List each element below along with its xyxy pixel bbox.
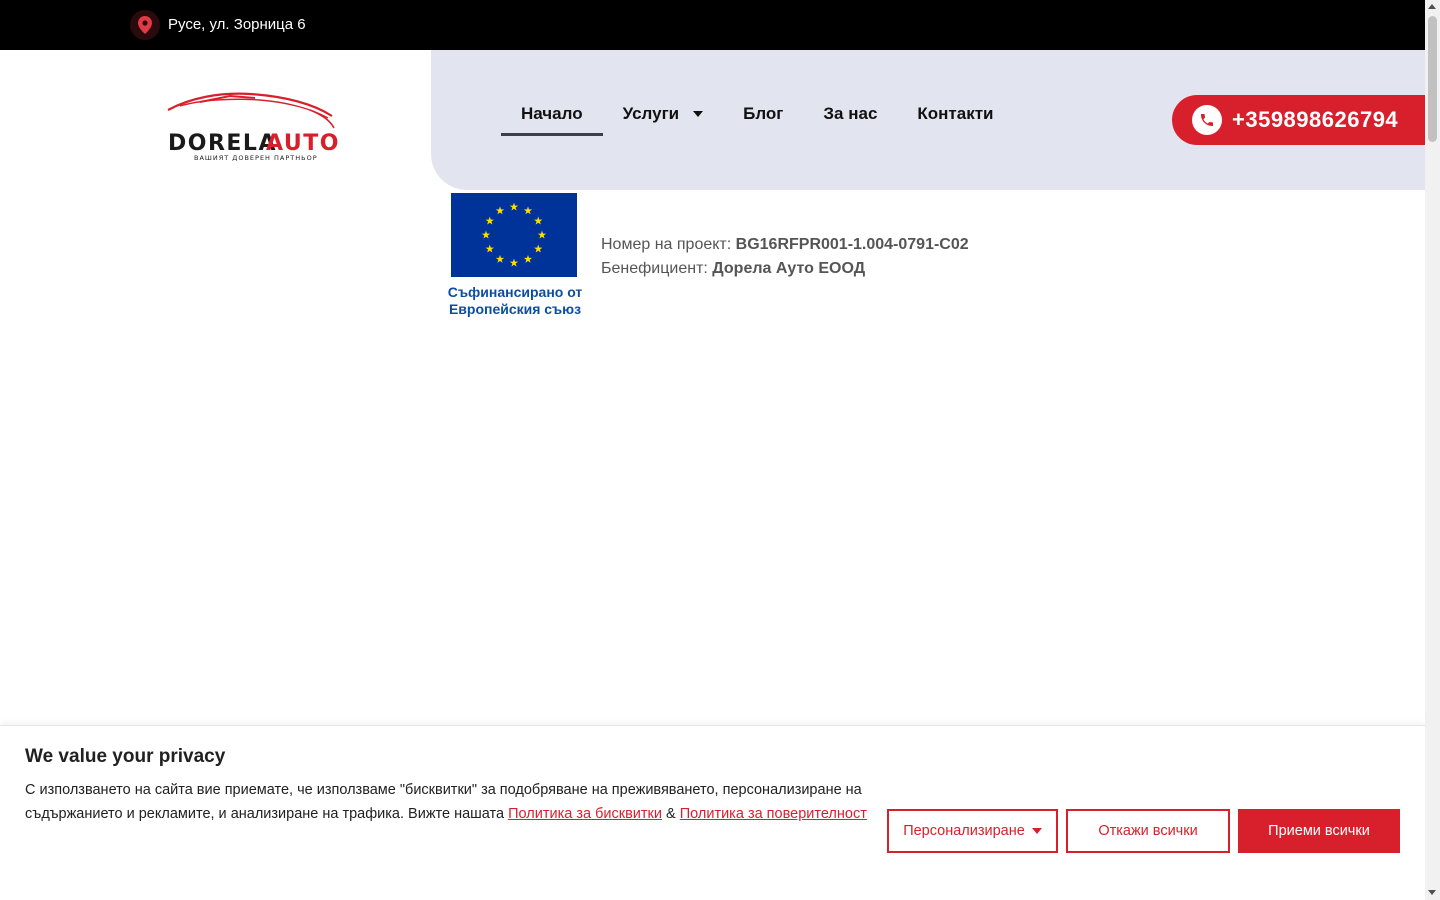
nav-item-blog[interactable]: Блог [723,92,803,136]
cookie-amp: & [666,806,676,822]
project-value: BG16RFPR001-1.004-0791-C02 [735,236,969,253]
top-bar: Русе, ул. Зорница 6 [0,0,1425,50]
nav-item-label: Контакти [917,104,994,123]
eu-star-icon [485,244,494,253]
project-number-row: Номер на проект: BG16RFPR001-1.004-0791-… [601,233,969,257]
nav-item-contacts[interactable]: Контакти [897,92,1013,136]
scroll-up-icon[interactable] [1428,4,1436,9]
customize-label: Персонализиране [903,823,1025,839]
page: Русе, ул. Зорница 6 DORELA AUTO ВАШИЯТ Д… [0,0,1425,900]
map-pin-icon [130,10,160,40]
accept-all-button[interactable]: Приеми всички [1238,809,1400,853]
eu-star-icon [481,230,491,239]
logo-tagline: ВАШИЯТ ДОВЕРЕН ПАРТНЬОР [194,154,318,162]
chevron-down-icon [1031,828,1042,834]
nav-item-label: Начало [521,104,583,123]
eu-star-icon [495,254,505,263]
nav-item-about[interactable]: За нас [803,92,897,136]
eu-caption: Съфинансирано от Европейския съюз [436,284,594,318]
site-logo[interactable]: DORELA AUTO ВАШИЯТ ДОВЕРЕН ПАРТНЬОР [160,88,340,168]
beneficiary-row: Бенефициент: Дорела Ауто ЕООД [601,257,969,281]
phone-number: +359898626794 [1232,107,1399,132]
eu-caption-line1: Съфинансирано от [447,284,583,300]
cookie-banner: We value your privacy С използването на … [0,725,1425,900]
project-info: Номер на проект: BG16RFPR001-1.004-0791-… [601,233,969,281]
scrollbar[interactable] [1425,0,1440,900]
accept-label: Приеми всички [1268,823,1370,839]
eu-star-icon [534,216,543,225]
nav-item-label: Услуги [622,104,680,123]
eu-star-icon [523,206,533,215]
scroll-down-icon[interactable] [1428,890,1436,895]
phone-icon [1192,105,1222,135]
cookie-text: С използването на сайта вие приемате, че… [25,778,885,826]
eu-star-icon [537,230,547,239]
chevron-down-icon [693,111,704,117]
reject-all-button[interactable]: Откажи всички [1066,809,1230,853]
eu-star-icon [509,258,519,267]
nav-item-home[interactable]: Начало [501,92,603,136]
eu-star-icon [534,244,543,253]
address-text: Русе, ул. Зорница 6 [168,16,306,33]
eu-star-icon [509,202,519,211]
eu-flag-icon [451,193,577,277]
main-nav: Начало Услуги Блог За нас Контакти [501,92,1014,136]
eu-star-icon [523,254,533,263]
privacy-policy-link[interactable]: Политика за поверителност [680,806,867,822]
eu-star-icon [495,206,505,215]
beneficiary-value: Дорела Ауто ЕООД [712,260,866,277]
cookie-title: We value your privacy [25,746,226,767]
project-label: Номер на проект: [601,236,732,253]
nav-item-services[interactable]: Услуги [603,92,724,136]
cookie-policy-link[interactable]: Политика за бисквитки [508,806,662,822]
logo-brand-left: DORELA [168,131,277,156]
beneficiary-label: Бенефициент: [601,260,708,277]
logo-brand-right: AUTO [266,131,340,156]
scrollbar-thumb[interactable] [1428,16,1437,142]
phone-button[interactable]: +359898626794 [1172,95,1425,145]
nav-item-label: За нас [823,104,878,123]
eu-star-icon [485,216,494,225]
eu-caption-line2: Европейския съюз [448,301,582,317]
reject-label: Откажи всички [1098,823,1198,839]
nav-item-label: Блог [743,104,784,123]
car-logo-icon: DORELA AUTO ВАШИЯТ ДОВЕРЕН ПАРТНЬОР [167,92,340,162]
customize-button[interactable]: Персонализиране [887,809,1058,853]
